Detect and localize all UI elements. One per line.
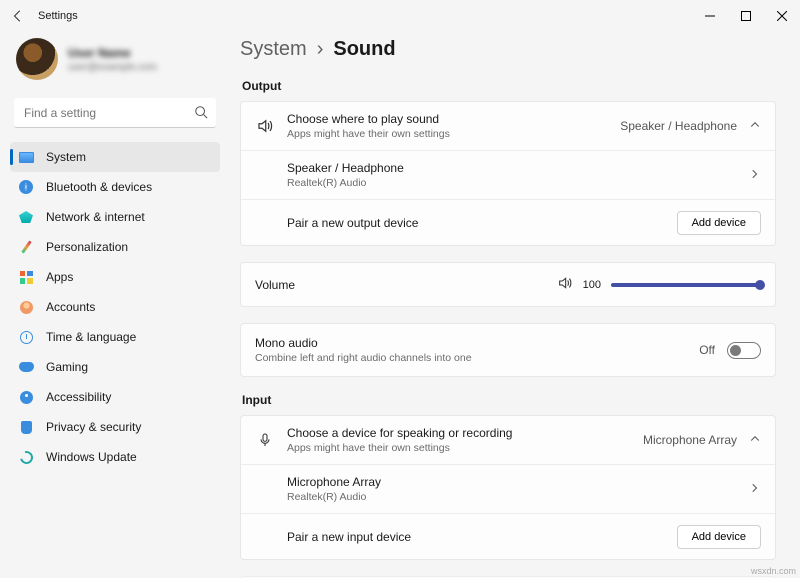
add-output-device-button[interactable]: Add device (677, 211, 761, 235)
sidebar-item-label: System (46, 150, 86, 164)
sidebar-item-time[interactable]: Time & language (10, 322, 220, 352)
time-icon (18, 329, 34, 345)
sidebar-item-label: Windows Update (46, 450, 137, 464)
network-icon (18, 209, 34, 225)
apps-icon (18, 269, 34, 285)
input-choose-row[interactable]: Choose a device for speaking or recordin… (241, 416, 775, 464)
row-title: Choose where to play sound (287, 112, 450, 126)
back-button[interactable] (8, 9, 28, 23)
sidebar-item-label: Accessibility (46, 390, 111, 404)
sidebar-item-system[interactable]: System (10, 142, 220, 172)
search (14, 98, 216, 128)
row-sub: Realtek(R) Audio (287, 177, 404, 189)
mono-toggle[interactable] (727, 342, 761, 359)
gaming-icon (18, 359, 34, 375)
update-icon (18, 449, 34, 465)
section-label-input: Input (242, 393, 776, 407)
microphone-icon (255, 432, 275, 448)
chevron-right-icon (749, 482, 761, 497)
output-current-device: Speaker / Headphone (620, 119, 737, 133)
output-device-row[interactable]: Speaker / Headphone Realtek(R) Audio (241, 150, 775, 199)
chevron-up-icon (749, 433, 761, 448)
sidebar-item-label: Apps (46, 270, 73, 284)
sidebar-item-gaming[interactable]: Gaming (10, 352, 220, 382)
sidebar-item-label: Network & internet (46, 210, 145, 224)
row-title: Microphone Array (287, 475, 381, 489)
input-group: Choose a device for speaking or recordin… (240, 415, 776, 560)
sidebar-item-label: Privacy & security (46, 420, 141, 434)
close-button[interactable] (764, 0, 800, 32)
output-volume-slider[interactable] (611, 283, 761, 287)
volume-label: Volume (255, 278, 295, 292)
section-label-output: Output (242, 79, 776, 93)
output-volume-row: Volume 100 (241, 263, 775, 306)
row-title: Pair a new output device (287, 216, 418, 230)
row-title: Speaker / Headphone (287, 161, 404, 175)
breadcrumb: System › Sound (240, 38, 776, 61)
avatar (16, 38, 58, 80)
profile-email: user@example.com (68, 62, 157, 73)
bluetooth-icon: ᚼ (18, 179, 34, 195)
sidebar-item-personalization[interactable]: Personalization (10, 232, 220, 262)
sidebar-item-update[interactable]: Windows Update (10, 442, 220, 472)
chevron-up-icon (749, 119, 761, 134)
sidebar-item-bluetooth[interactable]: ᚼ Bluetooth & devices (10, 172, 220, 202)
speaker-icon (255, 117, 275, 135)
system-icon (18, 149, 34, 165)
profile[interactable]: User Name user@example.com (10, 32, 220, 98)
personalization-icon (18, 239, 34, 255)
mono-group: Mono audio Combine left and right audio … (240, 323, 776, 377)
speaker-icon (557, 275, 573, 294)
accounts-icon (18, 299, 34, 315)
input-device-row[interactable]: Microphone Array Realtek(R) Audio (241, 464, 775, 513)
privacy-icon (18, 419, 34, 435)
output-pair-row: Pair a new output device Add device (241, 199, 775, 245)
window-controls (692, 0, 800, 32)
output-choose-row[interactable]: Choose where to play sound Apps might ha… (241, 102, 775, 150)
row-sub: Combine left and right audio channels in… (255, 352, 472, 364)
breadcrumb-parent[interactable]: System (240, 38, 307, 61)
nav: System ᚼ Bluetooth & devices Network & in… (10, 142, 220, 472)
maximize-button[interactable] (728, 0, 764, 32)
search-icon (194, 105, 208, 122)
sidebar-item-label: Accounts (46, 300, 95, 314)
sidebar-item-privacy[interactable]: Privacy & security (10, 412, 220, 442)
sidebar: User Name user@example.com System ᚼ Bluet… (0, 32, 230, 578)
chevron-right-icon (749, 168, 761, 183)
row-title: Mono audio (255, 336, 472, 350)
profile-text: User Name user@example.com (68, 46, 157, 73)
minimize-button[interactable] (692, 0, 728, 32)
slider-thumb[interactable] (755, 280, 765, 290)
sidebar-item-label: Time & language (46, 330, 136, 344)
mono-row: Mono audio Combine left and right audio … (241, 324, 775, 376)
row-sub: Apps might have their own settings (287, 442, 512, 454)
search-input[interactable] (14, 98, 216, 128)
sidebar-item-label: Bluetooth & devices (46, 180, 152, 194)
sidebar-item-accessibility[interactable]: Accessibility (10, 382, 220, 412)
sidebar-item-apps[interactable]: Apps (10, 262, 220, 292)
watermark: wsxdn.com (751, 566, 796, 576)
window-title: Settings (38, 10, 78, 22)
main: System › Sound Output Choose where to pl… (230, 32, 800, 578)
volume-value: 100 (583, 279, 601, 291)
sidebar-item-network[interactable]: Network & internet (10, 202, 220, 232)
row-title: Pair a new input device (287, 530, 411, 544)
output-group: Choose where to play sound Apps might ha… (240, 101, 776, 246)
accessibility-icon (18, 389, 34, 405)
titlebar: Settings (0, 0, 800, 32)
breadcrumb-child: Sound (333, 38, 395, 61)
row-sub: Realtek(R) Audio (287, 491, 381, 503)
input-current-device: Microphone Array (643, 433, 737, 447)
profile-name: User Name (68, 46, 157, 60)
add-input-device-button[interactable]: Add device (677, 525, 761, 549)
sidebar-item-accounts[interactable]: Accounts (10, 292, 220, 322)
sidebar-item-label: Gaming (46, 360, 88, 374)
sidebar-item-label: Personalization (46, 240, 128, 254)
row-sub: Apps might have their own settings (287, 128, 450, 140)
input-pair-row: Pair a new input device Add device (241, 513, 775, 559)
mono-state: Off (699, 343, 715, 357)
output-volume-group: Volume 100 (240, 262, 776, 307)
breadcrumb-sep: › (317, 38, 324, 61)
row-title: Choose a device for speaking or recordin… (287, 426, 512, 440)
